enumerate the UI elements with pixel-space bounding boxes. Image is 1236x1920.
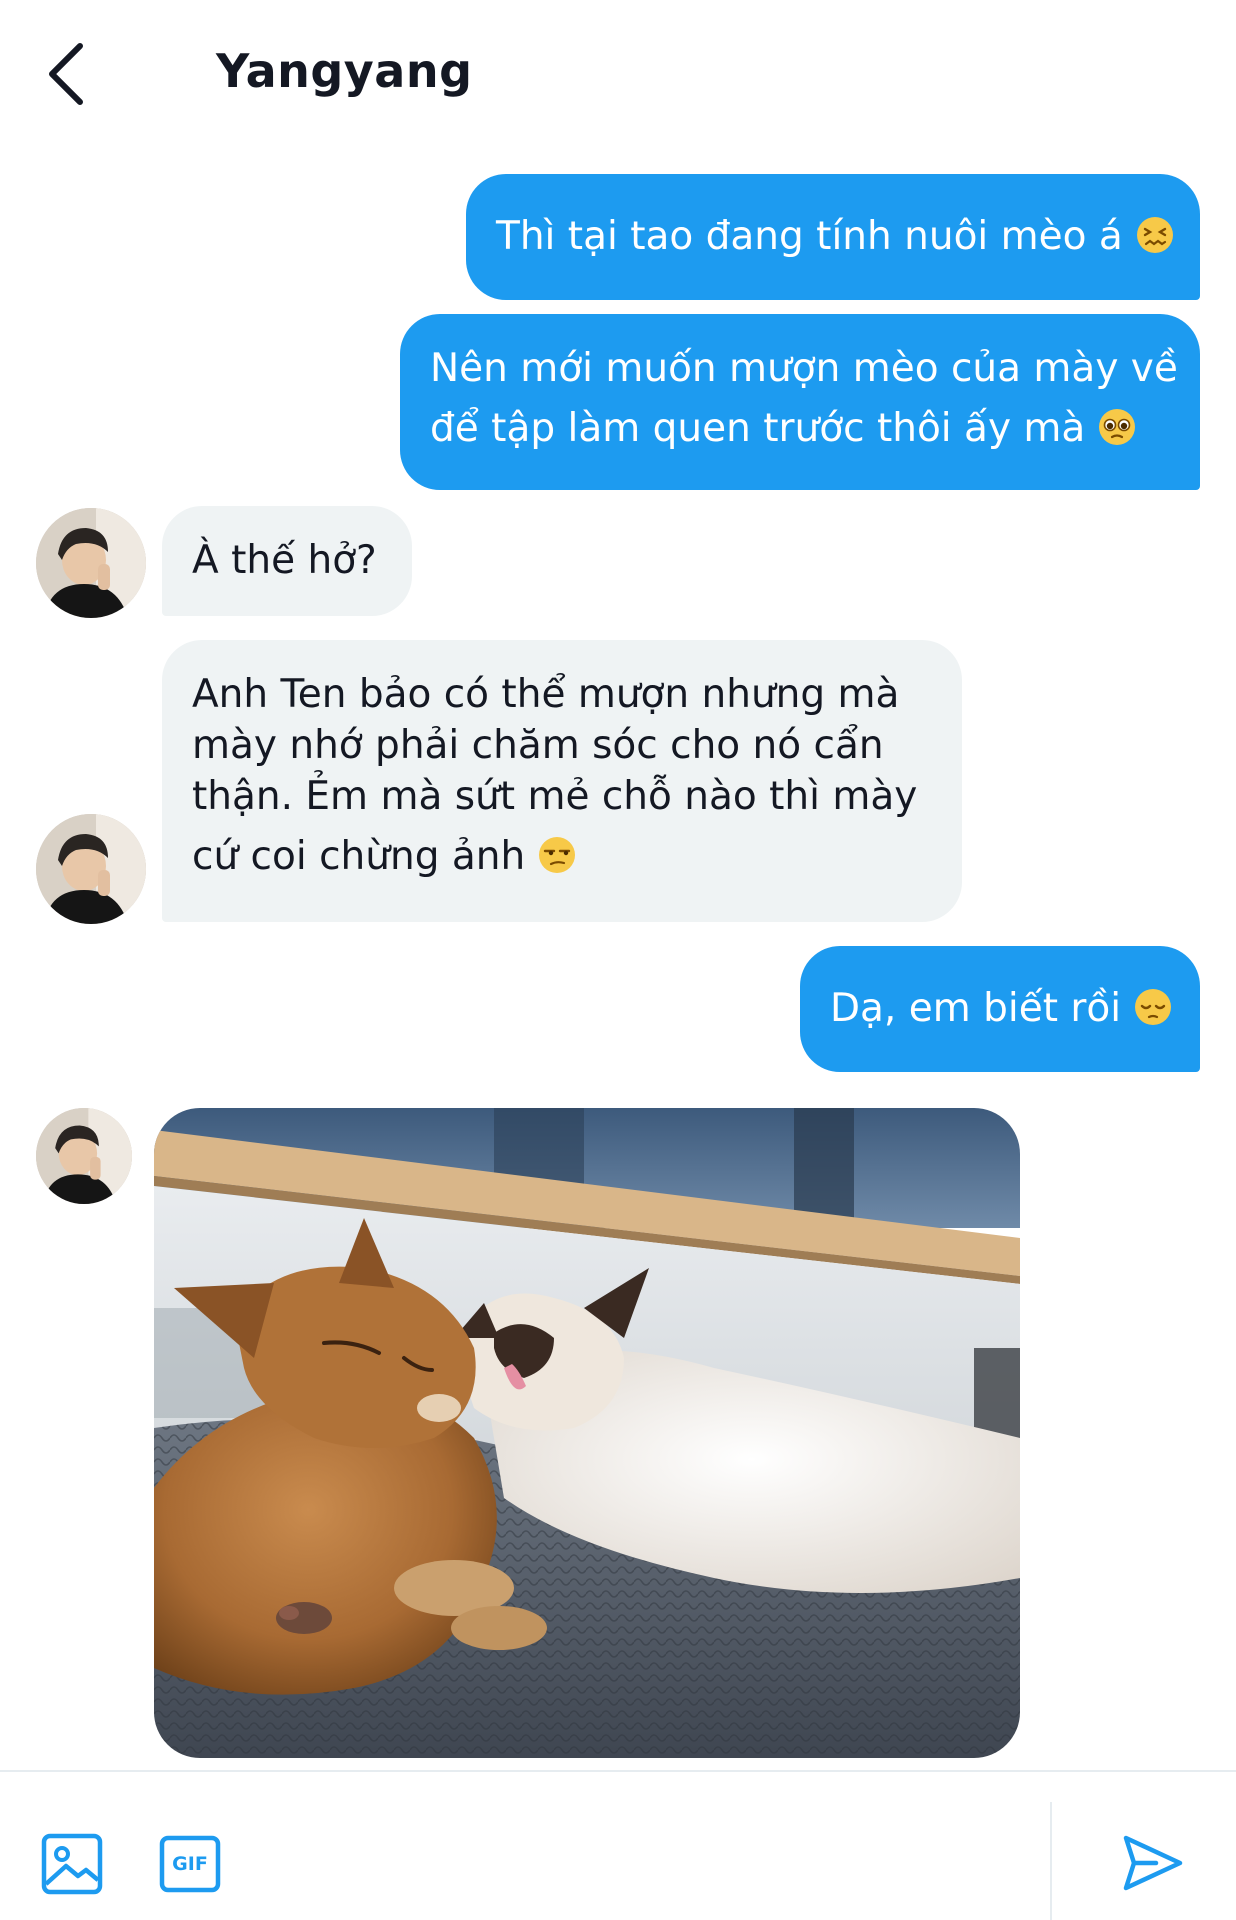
gif-label: GIF [172, 1853, 208, 1875]
message-bubble-outgoing[interactable]: Thì tại tao đang tính nuôi mèo á [466, 174, 1200, 300]
pleading-face-emoji-icon [1099, 408, 1136, 445]
contact-avatar[interactable] [36, 814, 146, 924]
pensive-face-emoji-icon [1135, 989, 1172, 1026]
contact-avatar[interactable] [36, 1108, 132, 1204]
message-photo-cats[interactable] [154, 1108, 1020, 1758]
message-composer: GIF [0, 1770, 1236, 1920]
conversation-header: Yangyang [0, 0, 1236, 150]
back-button[interactable] [36, 36, 96, 112]
send-icon [1123, 1835, 1183, 1891]
message-text: À thế hở? [192, 538, 377, 584]
message-text: Thì tại tao đang tính nuôi mèo á [496, 212, 1175, 262]
image-icon [41, 1833, 103, 1895]
avatar-photo [36, 1108, 132, 1204]
confounded-face-emoji-icon [1136, 217, 1173, 254]
message-text-line: mày nhớ phải chăm sóc cho nó cẩn [192, 722, 884, 768]
dm-conversation-screen: Yangyang Thì tại tao đang tính nuôi mèo … [0, 0, 1236, 1920]
message-bubble-incoming[interactable]: Anh Ten bảo có thể mượn nhưng mà mày nhớ… [162, 640, 962, 922]
composer-divider [1050, 1802, 1052, 1920]
avatar-photo [36, 508, 146, 618]
add-image-button[interactable] [40, 1832, 104, 1896]
contact-avatar[interactable] [36, 508, 146, 618]
cats-photo [154, 1108, 1020, 1758]
message-text-line: Nên mới muốn mượn mèo của mày về [430, 346, 1178, 391]
chevron-left-icon [49, 43, 83, 105]
message-bubble-incoming[interactable]: À thế hở? [162, 506, 412, 616]
send-button[interactable] [1120, 1830, 1186, 1896]
unamused-face-emoji-icon [539, 836, 576, 873]
message-text-line: cứ coi chừng ảnh [192, 832, 932, 882]
conversation-title[interactable]: Yangyang [216, 44, 473, 98]
message-text: Dạ, em biết rồi [830, 984, 1173, 1034]
add-gif-button[interactable]: GIF [158, 1832, 222, 1896]
message-text-line: thận. Ẻm mà sứt mẻ chỗ nào thì mày [192, 773, 918, 819]
message-text-line: Anh Ten bảo có thể mượn nhưng mà [192, 672, 900, 717]
message-text-line: để tập làm quen trước thôi ấy mà [430, 404, 1170, 454]
avatar-photo [36, 814, 146, 924]
message-bubble-outgoing[interactable]: Nên mới muốn mượn mèo của mày về để tập … [400, 314, 1200, 490]
message-bubble-outgoing[interactable]: Dạ, em biết rồi [800, 946, 1200, 1072]
